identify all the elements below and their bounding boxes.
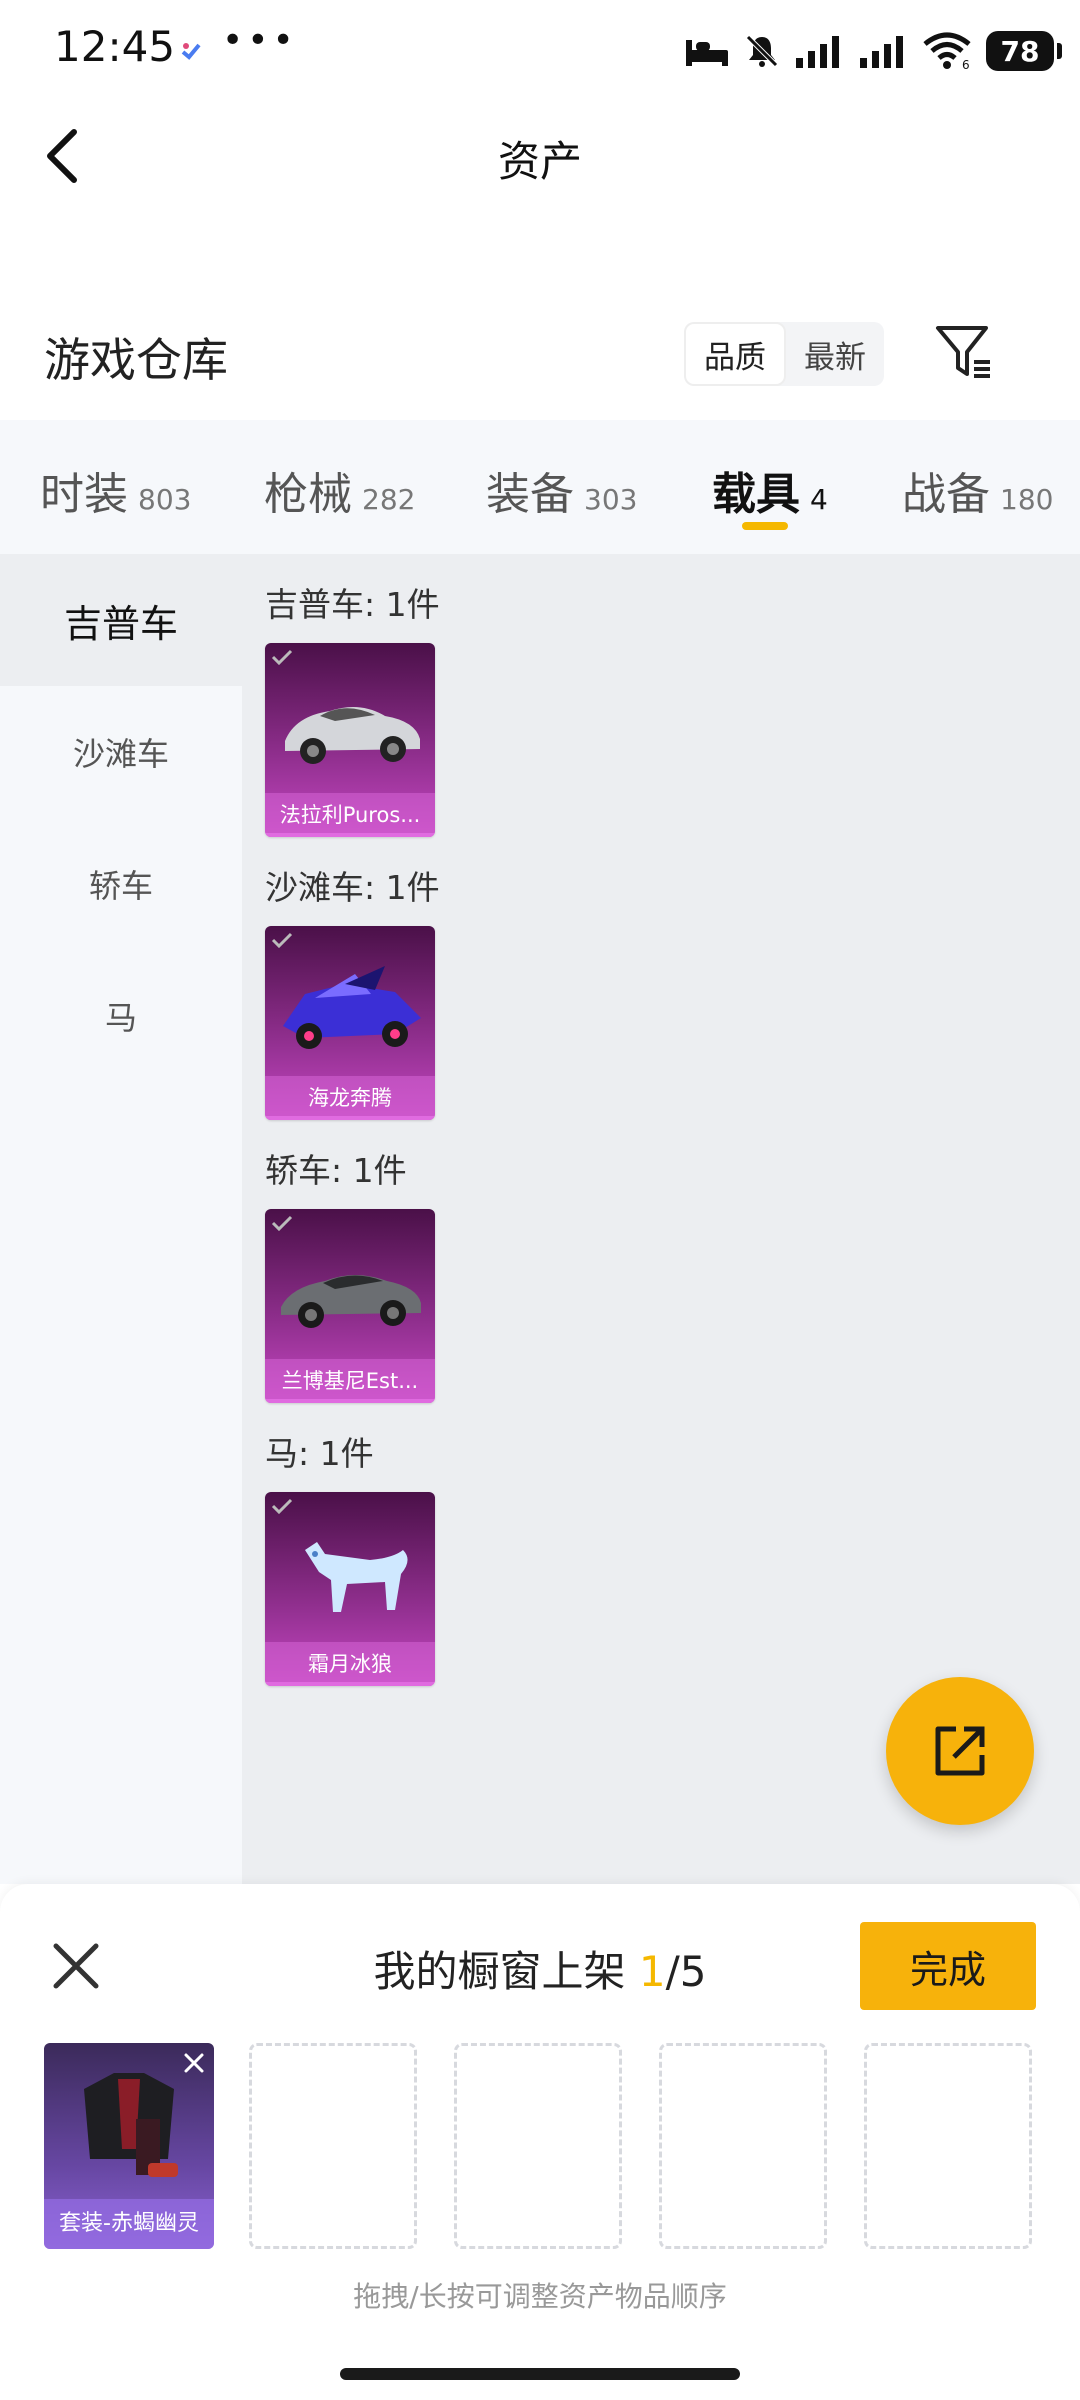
check-icon [271,649,293,665]
sort-toggle: 品质 最新 [684,322,884,386]
signal-2-icon [860,36,903,68]
showcase-current-count: 1 [638,1947,666,1996]
battery-indicator: 78 [986,31,1062,71]
subcategory-nav: 吉普车 沙滩车 轿车 马 [0,554,242,1884]
item-name: 兰博基尼Est... [265,1359,435,1403]
item-card-ice-wolf[interactable]: 霜月冰狼 [265,1492,435,1686]
wifi-icon: 6 [923,32,971,70]
mute-icon [746,35,778,67]
warehouse-title: 游戏仓库 [44,333,228,387]
tab-vehicles[interactable]: 载具 4 [712,458,828,520]
showcase-title: 我的橱窗上架 1/5 [373,1947,707,1996]
status-time: 12:45 [54,22,176,71]
svg-text:6: 6 [962,58,970,70]
share-icon [935,1726,985,1776]
done-button[interactable]: 完成 [860,1922,1036,2010]
item-card-sea-dragon[interactable]: 海龙奔腾 [265,926,435,1120]
showcase-slot-empty[interactable] [249,2043,417,2249]
group-title-beach-buggy: 沙滩车: 1件 [265,868,440,907]
home-indicator[interactable] [340,2368,740,2380]
filter-icon[interactable] [934,322,994,382]
status-icons: 6 78 [684,28,1062,74]
sort-option-quality[interactable]: 品质 [684,322,786,386]
check-icon [271,1498,293,1514]
item-name: 法拉利Puros... [265,793,435,837]
remove-item-icon[interactable] [182,2051,206,2075]
showcase-total-count: /5 [665,1947,707,1996]
showcase-slot-empty[interactable] [864,2043,1032,2249]
subnav-item-horse[interactable]: 马 [0,950,242,1082]
tab-fashion[interactable]: 时装 803 [40,458,191,520]
active-tab-indicator [742,522,788,530]
subnav-item-beach-buggy[interactable]: 沙滩车 [0,686,242,818]
reorder-hint: 拖拽/长按可调整资产物品顺序 [353,2280,727,2313]
item-card-lamborghini[interactable]: 兰博基尼Est... [265,1209,435,1403]
silver-sports-car-icon [285,707,420,764]
page-title: 资产 [497,137,582,186]
share-button[interactable] [886,1677,1034,1825]
showcase-slot-empty[interactable] [659,2043,827,2249]
status-more-icon: ••• [222,20,298,61]
showcase-slot-filled[interactable]: 套装-赤蝎幽灵 [44,2043,214,2249]
category-tabbar: 时装 803 枪械 282 装备 303 载具 4 战备 180 [0,420,1080,554]
slot-item-name: 套装-赤蝎幽灵 [44,2199,214,2249]
subnav-item-sedan[interactable]: 轿车 [0,818,242,950]
item-name: 海龙奔腾 [265,1076,435,1120]
ice-wolf-icon [305,1542,408,1612]
item-card-ferrari[interactable]: 法拉利Puros... [265,643,435,837]
group-title-horse: 马: 1件 [265,1434,374,1473]
gray-sedan-icon [281,1275,421,1328]
signal-1-icon [796,36,839,68]
tab-equipment[interactable]: 装备 303 [486,458,637,520]
tab-guns[interactable]: 枪械 282 [264,458,415,520]
showcase-slot-empty[interactable] [454,2043,622,2249]
tab-supplies[interactable]: 战备 180 [902,458,1053,520]
sleep-mode-icon [686,40,728,66]
check-icon [271,1215,293,1231]
app-notification-icon [181,43,201,60]
close-icon[interactable] [50,1940,102,1992]
purple-buggy-icon [283,966,421,1049]
outfit-thumbnail-icon [84,2073,178,2177]
item-name: 霜月冰狼 [265,1642,435,1686]
sort-option-latest[interactable]: 最新 [786,322,884,386]
group-title-sedan: 轿车: 1件 [265,1151,407,1190]
check-icon [271,932,293,948]
subnav-item-jeep[interactable]: 吉普车 [0,554,242,686]
group-title-jeep: 吉普车: 1件 [265,585,440,624]
